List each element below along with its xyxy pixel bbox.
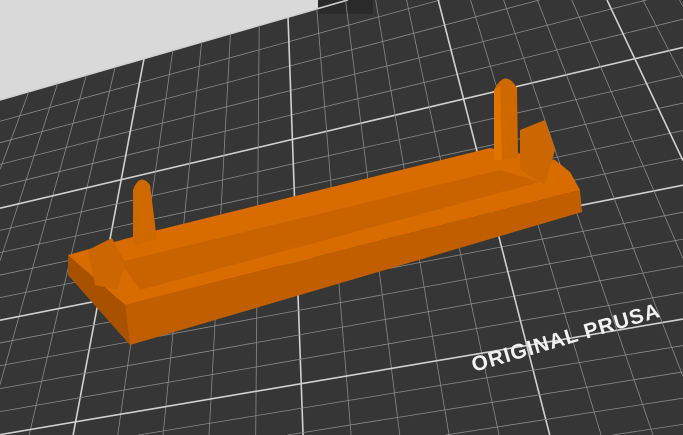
scene-svg: ORIGINAL PRUSA bbox=[0, 0, 683, 435]
3d-viewport[interactable]: ORIGINAL PRUSA bbox=[0, 0, 683, 435]
